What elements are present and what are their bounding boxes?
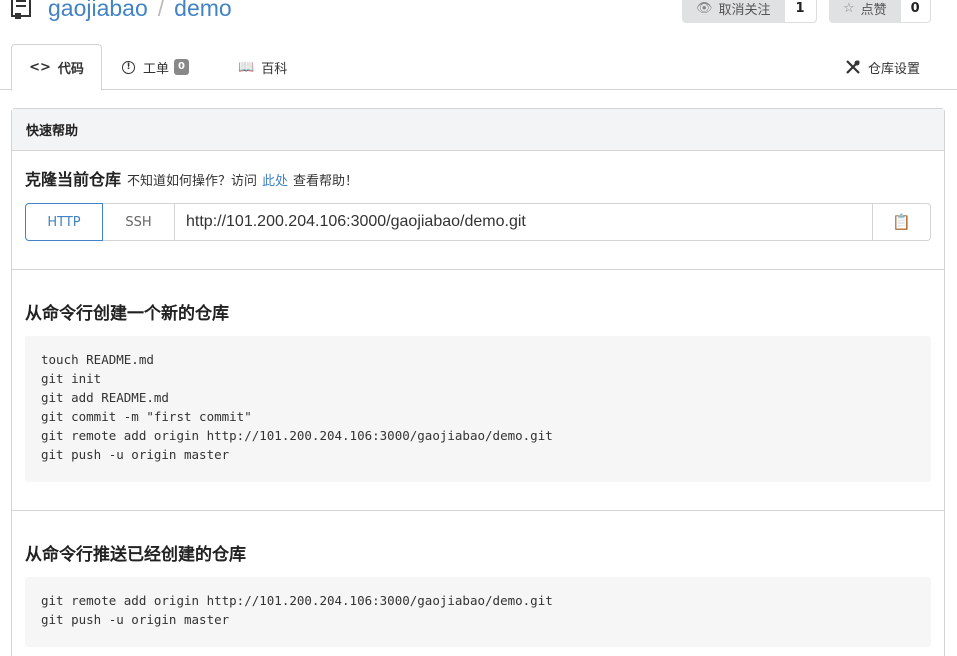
section-divider: [12, 510, 944, 511]
clone-hint-suffix: 查看帮助！: [293, 174, 359, 189]
unwatch-button[interactable]: 👁 取消关注: [682, 0, 785, 23]
star-group: ☆ 点赞 0: [829, 0, 931, 23]
repo-name-link[interactable]: demo: [174, 0, 232, 21]
clone-heading: 克隆当前仓库: [25, 170, 122, 189]
issue-icon: !: [122, 60, 135, 74]
repo-icon: [11, 0, 31, 19]
star-label: 点赞: [860, 3, 887, 18]
tab-settings-label: 仓库设置: [868, 61, 921, 77]
copy-button[interactable]: 📋: [873, 203, 931, 241]
tab-settings[interactable]: 仓库设置: [845, 44, 920, 90]
tab-wiki-label: 百科: [261, 61, 288, 77]
code-icon: <>: [29, 60, 51, 75]
eye-icon: 👁: [696, 1, 713, 16]
tab-issues-label: 工单: [143, 61, 170, 77]
tab-wiki[interactable]: 📖 百科: [238, 44, 287, 90]
push-existing-commands: git remote add origin http://101.200.204…: [25, 577, 931, 647]
star-icon: ☆: [843, 1, 855, 16]
tab-issues[interactable]: ! 工单 0: [122, 44, 189, 90]
path-separator: /: [157, 0, 165, 21]
issues-count-badge: 0: [174, 59, 189, 75]
clone-url-row: HTTP SSH 📋: [25, 203, 931, 241]
clone-hint-prefix: 不知道如何操作？访问: [127, 174, 258, 189]
tab-code-label: 代码: [57, 62, 84, 77]
ssh-button[interactable]: SSH: [103, 203, 175, 241]
new-repo-commands: touch README.md git init git add README.…: [25, 336, 931, 482]
panel-header: 快速帮助: [12, 109, 944, 151]
watch-group: 👁 取消关注 1: [682, 0, 817, 23]
repo-title: gaojiabao / demo: [48, 0, 232, 22]
watch-count[interactable]: 1: [784, 0, 817, 23]
push-existing-title: 从命令行推送已经创建的仓库: [25, 545, 246, 565]
repo-owner-link[interactable]: gaojiabao: [48, 0, 148, 21]
star-count[interactable]: 0: [900, 0, 931, 23]
star-button[interactable]: ☆ 点赞: [829, 0, 901, 23]
quick-help-panel: 快速帮助 克隆当前仓库 不知道如何操作？访问 此处 查看帮助！ HTTP SSH…: [11, 108, 945, 656]
new-repo-title: 从命令行创建一个新的仓库: [25, 304, 229, 324]
clone-url-input[interactable]: [175, 203, 873, 241]
http-button[interactable]: HTTP: [25, 203, 103, 241]
unwatch-label: 取消关注: [718, 3, 771, 18]
repo-header: gaojiabao / demo 👁 取消关注 1 ☆ 点赞 0: [0, 0, 957, 30]
tools-icon: [846, 60, 860, 74]
help-link[interactable]: 此处: [262, 170, 288, 189]
clone-heading-row: 克隆当前仓库 不知道如何操作？访问 此处 查看帮助！: [25, 166, 358, 190]
repo-tabs: <> 代码 ! 工单 0 📖 百科 仓库设置: [0, 44, 957, 91]
clipboard-icon: 📋: [892, 213, 911, 231]
tab-code[interactable]: <> 代码: [11, 44, 102, 91]
book-icon: 📖: [238, 59, 255, 75]
section-divider: [12, 269, 944, 270]
